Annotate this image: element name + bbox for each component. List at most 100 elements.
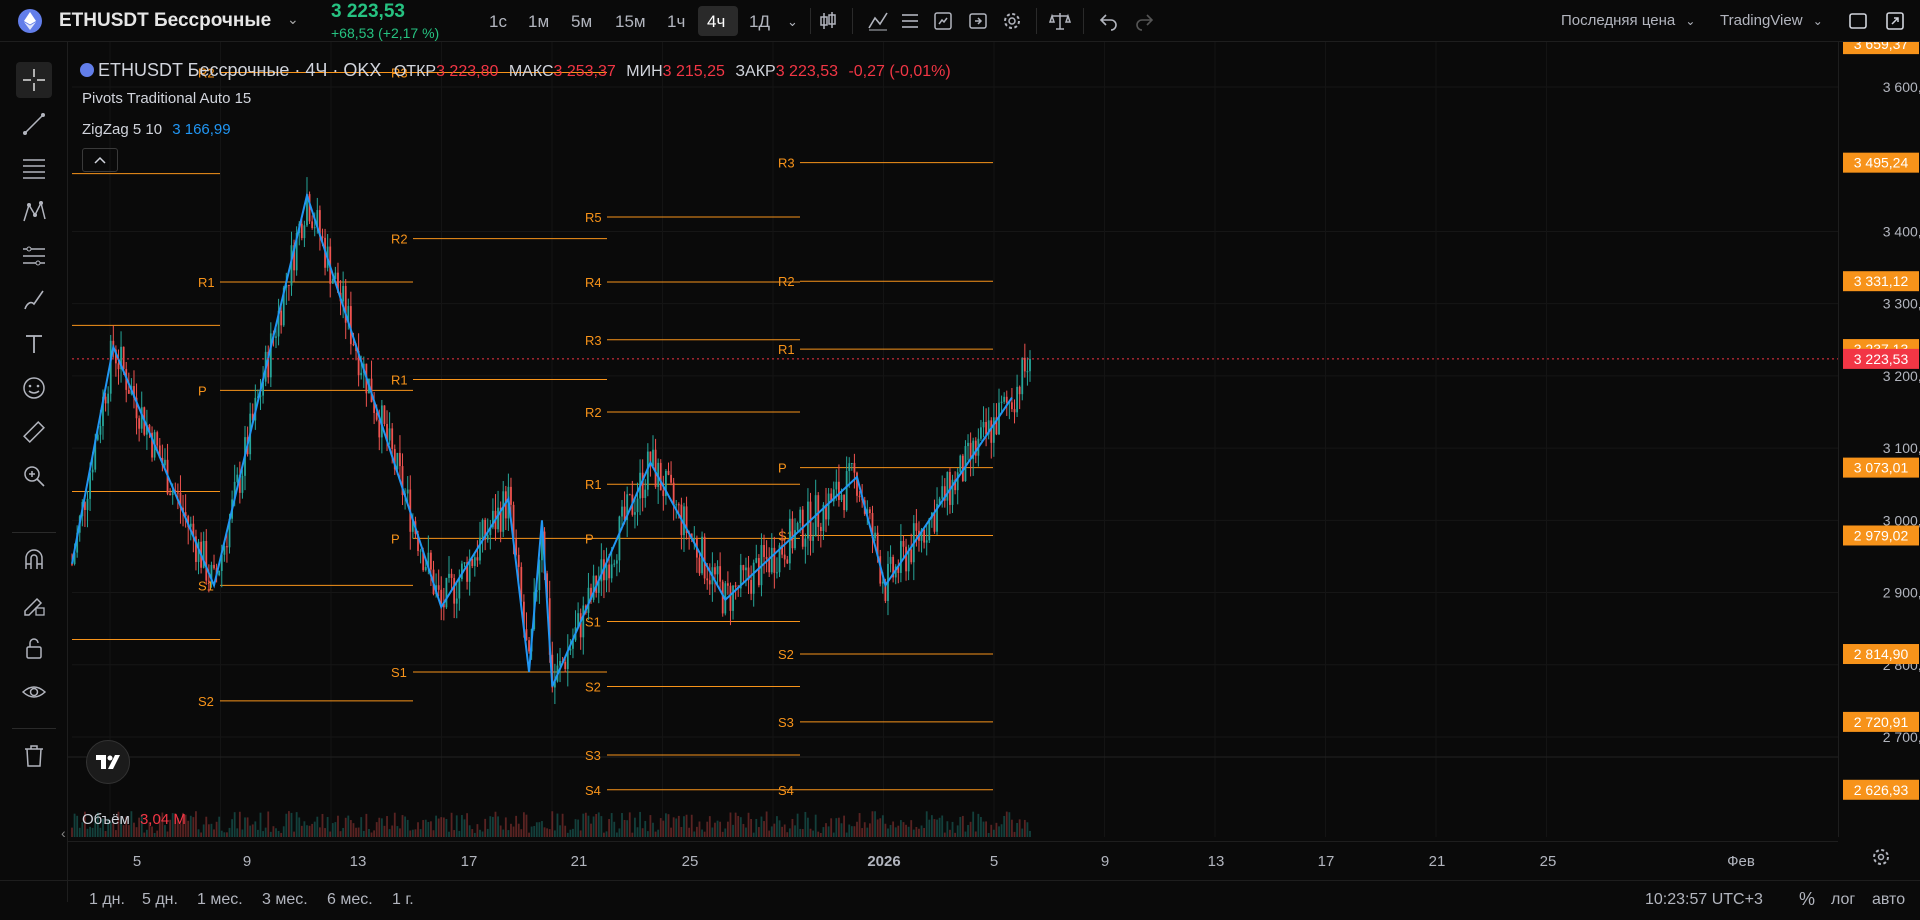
volume-bar [71,827,73,837]
indicators-icon[interactable] [866,9,890,33]
timeframe-1s[interactable]: 1с [489,12,507,32]
collapse-legend-button[interactable] [82,148,118,172]
tradingview-logo-icon[interactable] [86,740,130,784]
range-1y[interactable]: 1 г. [392,891,414,909]
volume-bar [892,821,895,837]
pattern-icon[interactable] [16,194,52,230]
volume-bar [104,831,107,837]
brush-icon[interactable] [16,282,52,318]
undo-icon[interactable] [1097,9,1121,33]
volume-bar [783,824,786,837]
timeframe-4h[interactable]: 4ч [707,12,725,32]
zoom-in-icon[interactable] [16,458,52,494]
range-1m[interactable]: 1 мес. [197,891,243,909]
volume-bar [933,819,936,837]
ruler-icon[interactable] [16,414,52,450]
log-scale-button[interactable]: лог [1831,891,1855,909]
volume-bar [807,817,809,837]
range-1d[interactable]: 1 дн. [89,891,125,909]
volume-bar [626,820,629,837]
alert-icon[interactable] [931,9,955,33]
volume-bar [925,811,928,837]
range-3m[interactable]: 3 мес. [262,891,308,909]
candle-body [437,585,440,590]
gear-icon[interactable] [1000,9,1024,33]
candle-body [396,452,399,470]
eye-icon[interactable] [16,674,52,710]
volume-legend[interactable]: Объём 3,04 M [82,811,186,828]
emoji-icon[interactable] [16,370,52,406]
replay-icon[interactable] [966,9,990,33]
volume-bar [393,812,396,837]
indicator-pivots-legend[interactable]: Pivots Traditional Auto 15 [82,90,251,107]
volume-bar [992,829,995,837]
chart-settings-gear-icon[interactable] [1870,846,1892,873]
volume-bar [905,824,907,837]
volume-bar [435,815,437,837]
price-type-dropdown[interactable]: Последняя цена ⌄ [1561,12,1695,29]
volume-bar [264,827,267,837]
timeframe-5m[interactable]: 5м [571,12,592,32]
layout-icon[interactable] [1846,9,1870,33]
timeframe-15m[interactable]: 15м [615,12,646,32]
drawing-toolbar [0,42,68,902]
fullscreen-icon[interactable] [1883,9,1907,33]
volume-bar [603,832,605,837]
candle-body [964,446,967,482]
unlock-icon[interactable] [16,630,52,666]
volume-bar [721,831,724,837]
volume-bar [701,829,703,837]
percent-scale-button[interactable]: % [1799,889,1815,910]
candle-body [479,537,481,561]
candle-body [941,486,944,499]
broker-dropdown[interactable]: TradingView ⌄ [1720,12,1823,29]
range-6m[interactable]: 6 мес. [327,891,373,909]
volume-bar [306,825,308,837]
volume-bar [1011,819,1013,837]
timeframe-1h[interactable]: 1ч [667,12,685,32]
range-5d[interactable]: 5 дн. [142,891,178,909]
candle-body [980,427,982,439]
auto-scale-button[interactable]: авто [1872,891,1905,909]
legend-title[interactable]: ETHUSDT Бессрочные · 4Ч · OKX [98,60,381,80]
compare-scales-icon[interactable] [1048,9,1072,33]
symbol-name-button[interactable]: ETHUSDT Бессрочные [59,10,271,32]
lock-drawing-icon[interactable] [16,586,52,622]
volume-bar [375,822,378,837]
ethereum-icon[interactable] [18,9,42,33]
candle-body [510,486,512,505]
volume-bar [303,821,306,837]
timeframe-1d[interactable]: 1Д [749,12,770,32]
chevron-down-icon[interactable]: ⌄ [287,11,299,28]
magnet-icon[interactable] [16,542,52,578]
fib-levels-icon[interactable] [16,150,52,186]
indicator-zigzag-legend[interactable]: ZigZag 5 10 3 166,99 [82,121,231,138]
volume-bar [404,816,407,837]
candles-type-icon[interactable] [816,9,840,33]
forecast-icon[interactable] [16,238,52,274]
candle-body [481,519,484,538]
volume-bar [608,819,611,837]
templates-icon[interactable] [898,9,922,33]
price-chart[interactable]: R2R1PS1R2R1PS1S2R3R2R1PS1R5R4R3R2R1PS1S2… [68,42,1920,880]
trend-line-icon[interactable] [16,106,52,142]
volume-bar [290,812,293,837]
crosshair-icon[interactable] [16,62,52,98]
candle-body [424,566,427,571]
candle-body [360,372,363,376]
timeframe-1m[interactable]: 1м [528,12,549,32]
volume-bar [1018,819,1021,837]
trash-icon[interactable] [16,738,52,774]
volume-bar [419,829,422,837]
clock[interactable]: 10:23:57 UTC+3 [1645,891,1763,909]
price-change: +68,53 (+2,17 %) [331,25,440,41]
volume-bar [476,824,479,837]
price-tick-label: 3 200,00 [1883,368,1920,384]
scroll-left-icon[interactable]: ‹ [61,825,66,841]
candle-body [990,420,993,443]
text-icon[interactable] [16,326,52,362]
pivot-label: P [585,531,594,546]
timeframe-menu-chevron-icon[interactable]: ⌄ [787,14,798,30]
redo-icon[interactable] [1132,9,1156,33]
candle-body [321,236,324,238]
